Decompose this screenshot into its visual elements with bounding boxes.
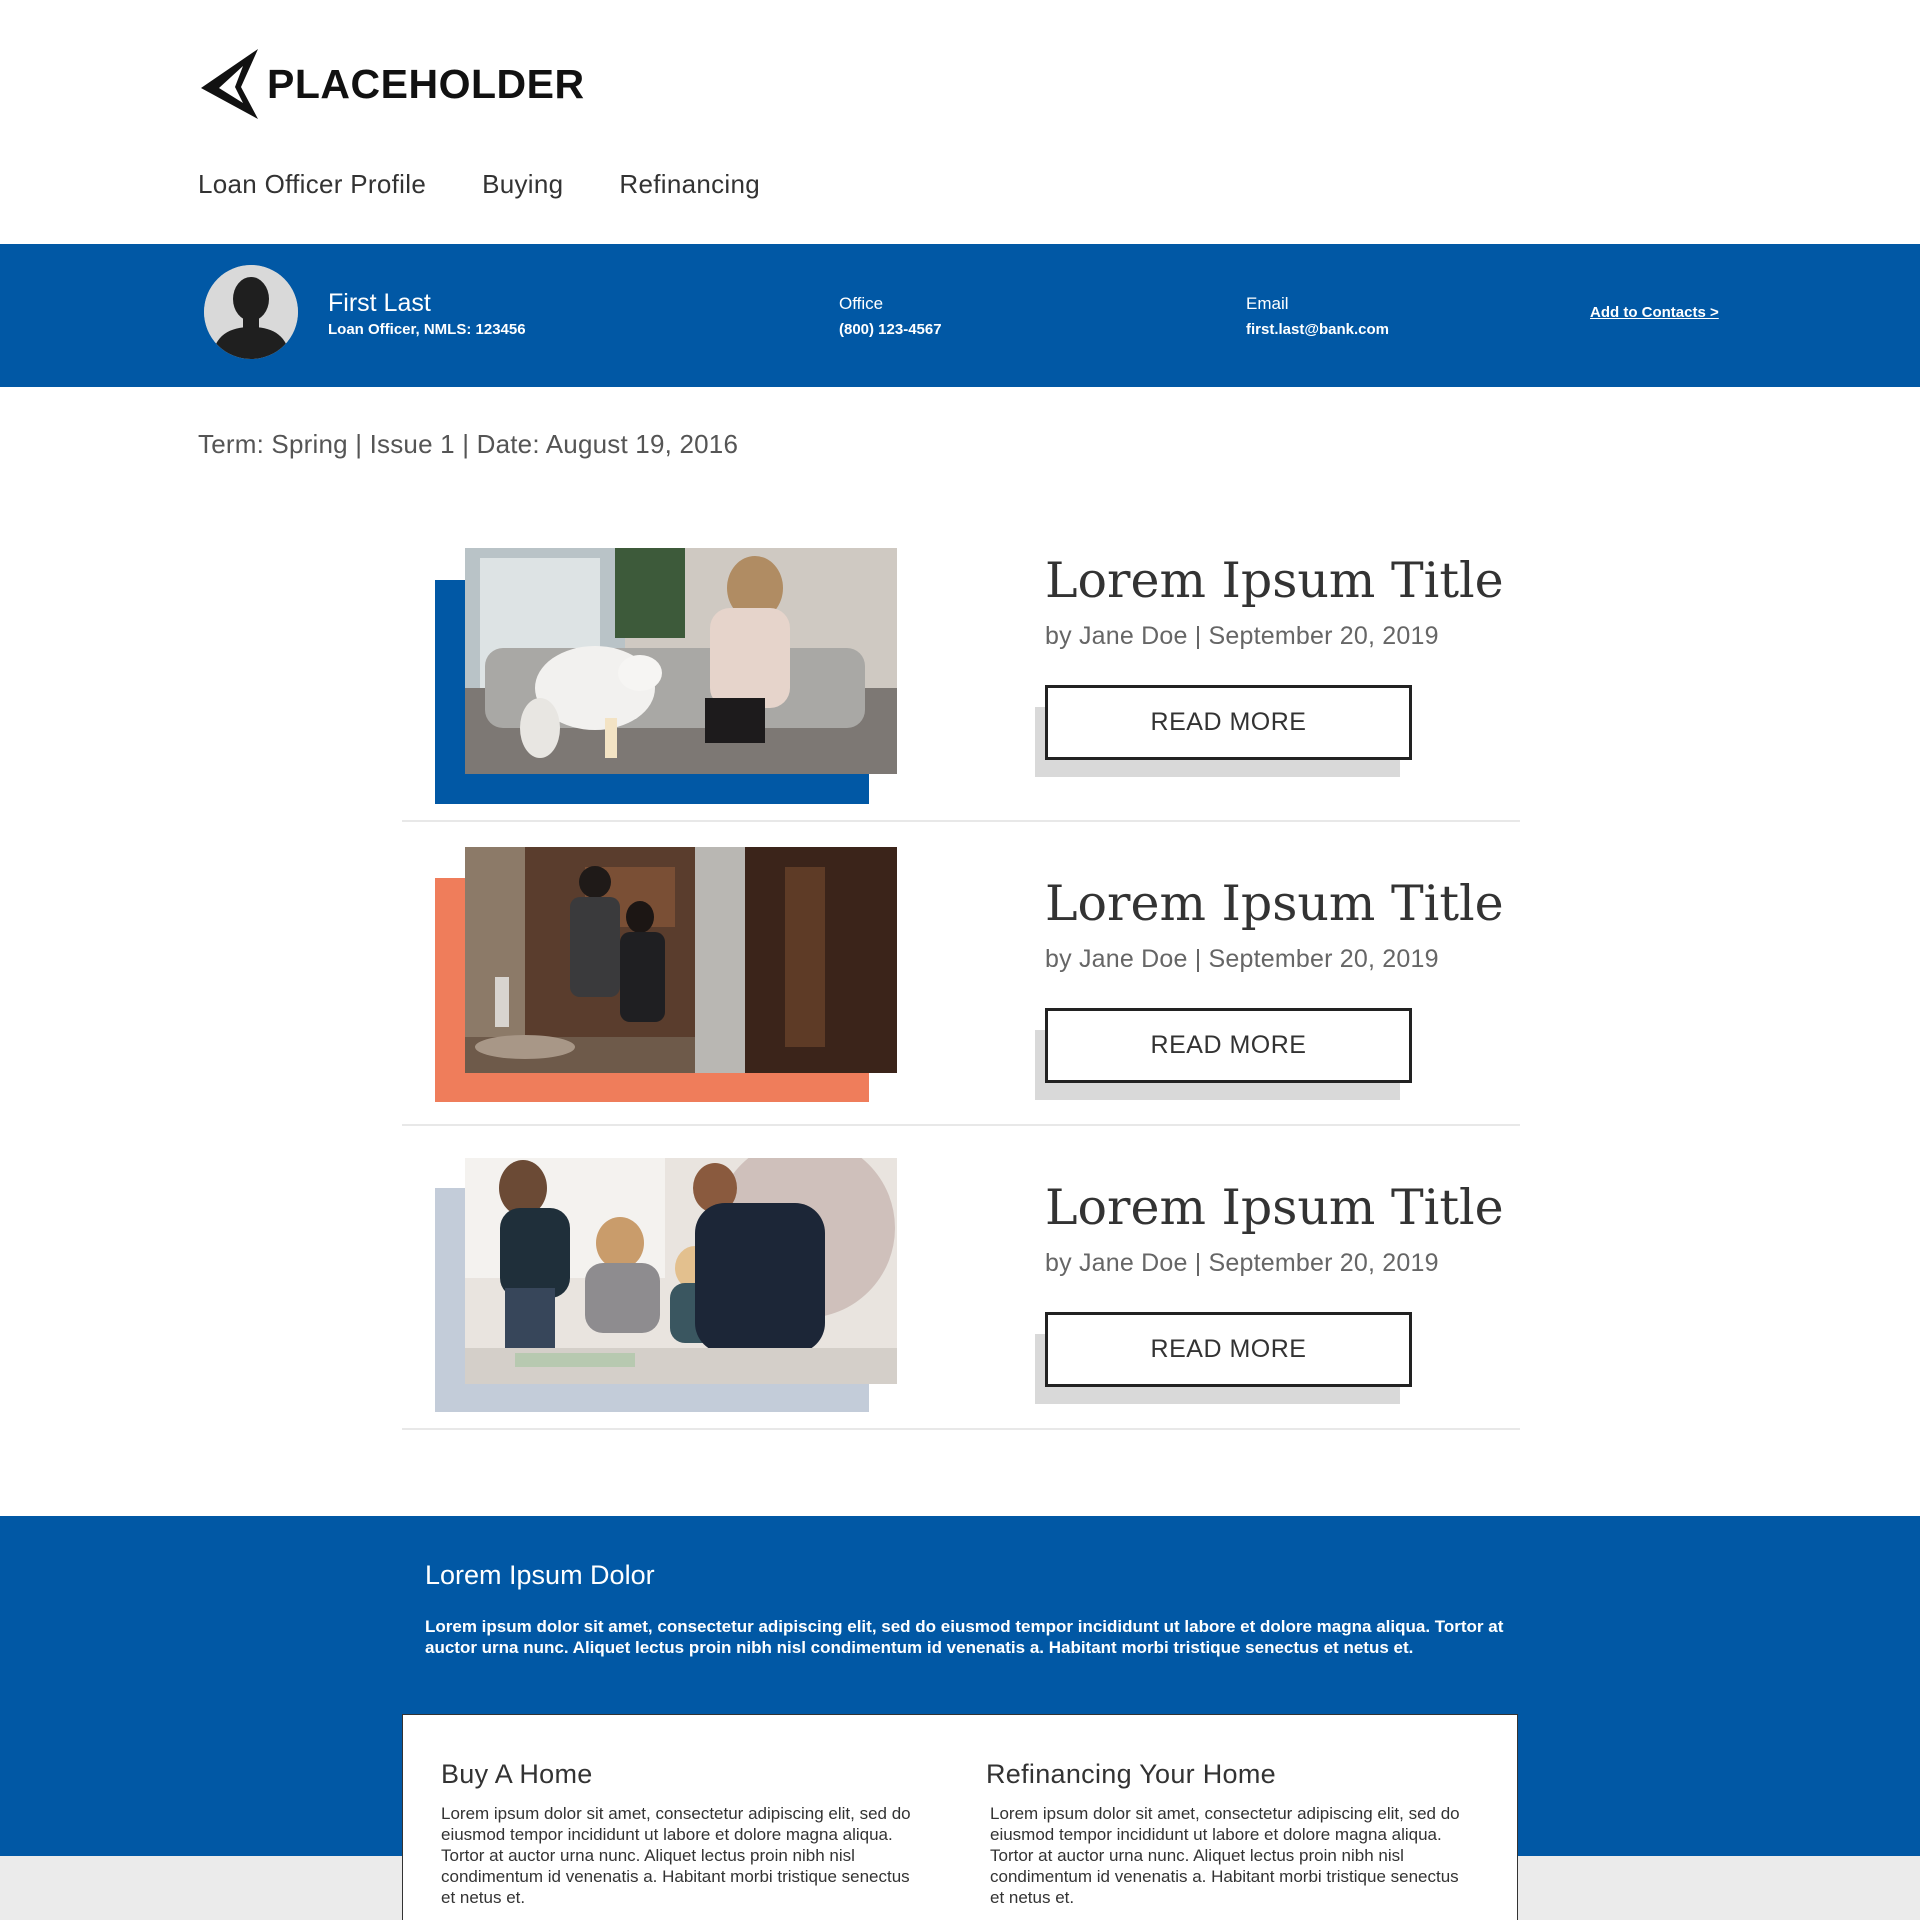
add-to-contacts-link[interactable]: Add to Contacts > xyxy=(1590,303,1719,323)
article-3-meta: by Jane Doe | September 20, 2019 xyxy=(1045,1249,1439,1277)
nav-buying[interactable]: Buying xyxy=(482,168,563,200)
article-divider xyxy=(402,1124,1520,1126)
footer-title: Lorem Ipsum Dolor xyxy=(425,1560,655,1590)
card-buy-home-title[interactable]: Buy A Home xyxy=(441,1757,593,1791)
officer-name: First Last xyxy=(328,289,431,317)
article-2-image[interactable] xyxy=(465,847,897,1073)
article-2-read-more-button[interactable]: READ MORE xyxy=(1045,1008,1412,1083)
office-label: Office xyxy=(839,294,884,313)
email-address[interactable]: first.last@bank.com xyxy=(1246,320,1389,340)
article-3-image[interactable] xyxy=(465,1158,897,1384)
avatar xyxy=(204,265,298,359)
article-divider xyxy=(402,820,1520,822)
nav-refinancing[interactable]: Refinancing xyxy=(619,168,760,200)
article-1-read-more-button[interactable]: READ MORE xyxy=(1045,685,1412,760)
card-buy-home-text: Lorem ipsum dolor sit amet, consectetur … xyxy=(441,1804,911,1907)
logo-text[interactable]: PLACEHOLDER xyxy=(267,60,585,108)
article-1-meta: by Jane Doe | September 20, 2019 xyxy=(1045,622,1439,650)
article-1-title[interactable]: Lorem Ipsum Title xyxy=(1045,552,1504,610)
article-1-image[interactable] xyxy=(465,548,897,774)
office-phone[interactable]: (800) 123-4567 xyxy=(839,320,942,340)
article-3-read-more-button[interactable]: READ MORE xyxy=(1045,1312,1412,1387)
article-2-meta: by Jane Doe | September 20, 2019 xyxy=(1045,945,1439,973)
article-divider xyxy=(402,1428,1520,1430)
main-nav: Loan Officer Profile Buying Refinancing xyxy=(198,168,816,200)
email-label: Email xyxy=(1246,294,1289,313)
info-card: Buy A Home Lorem ipsum dolor sit amet, c… xyxy=(402,1714,1518,1920)
card-refinancing-text: Lorem ipsum dolor sit amet, consectetur … xyxy=(990,1804,1460,1907)
card-refinancing-title[interactable]: Refinancing Your Home xyxy=(986,1757,1276,1791)
nav-loan-officer-profile[interactable]: Loan Officer Profile xyxy=(198,168,426,200)
officer-role: Loan Officer, NMLS: 123456 xyxy=(328,321,526,338)
article-3-title[interactable]: Lorem Ipsum Title xyxy=(1045,1179,1504,1237)
footer-text: Lorem ipsum dolor sit amet, consectetur … xyxy=(425,1617,1504,1657)
article-2-title[interactable]: Lorem Ipsum Title xyxy=(1045,875,1504,933)
logo-icon xyxy=(199,48,261,120)
issue-info: Term: Spring | Issue 1 | Date: August 19… xyxy=(198,429,739,459)
